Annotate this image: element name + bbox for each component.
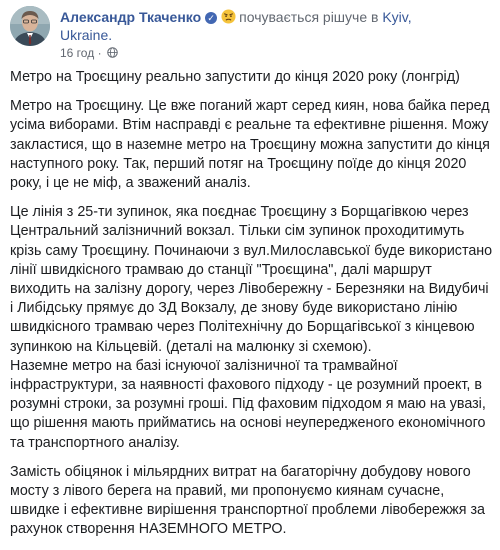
post-header: Александр Ткаченко ✓ почувається рішуче в…	[10, 6, 490, 62]
post-paragraph: Метро на Троєщину. Це вже поганий жарт с…	[10, 98, 490, 192]
post-body: Метро на Троєщину реально запустити до к…	[10, 68, 494, 550]
meta-separator: ·	[97, 46, 102, 60]
verified-badge-icon: ✓	[205, 12, 218, 24]
determined-face-emoji-icon	[221, 9, 236, 24]
post-paragraph: Це лінія з 25-ти зупинок, яка поєднає Тр…	[10, 204, 493, 355]
author-avatar[interactable]	[10, 6, 50, 46]
place-link[interactable]: Kyiv,	[382, 9, 411, 25]
post-timestamp[interactable]: 16 год	[60, 46, 94, 60]
post-paragraph-title: Метро на Троєщину реально запустити до к…	[10, 69, 460, 85]
facebook-post: Александр Ткаченко ✓ почувається рішуче в…	[0, 0, 500, 549]
place-link-country[interactable]: Ukraine.	[60, 27, 112, 43]
post-paragraph: Замість обіцянок і мільярдних витрат на …	[10, 463, 485, 538]
post-meta: Александр Ткаченко ✓ почувається рішуче в…	[60, 8, 490, 61]
post-paragraph: Наземне метро на базі існуючої залізничн…	[10, 357, 486, 451]
author-name[interactable]: Александр Ткаченко	[60, 9, 201, 25]
feeling-text: почувається рішуче в	[239, 9, 379, 25]
globe-icon[interactable]	[107, 46, 118, 58]
